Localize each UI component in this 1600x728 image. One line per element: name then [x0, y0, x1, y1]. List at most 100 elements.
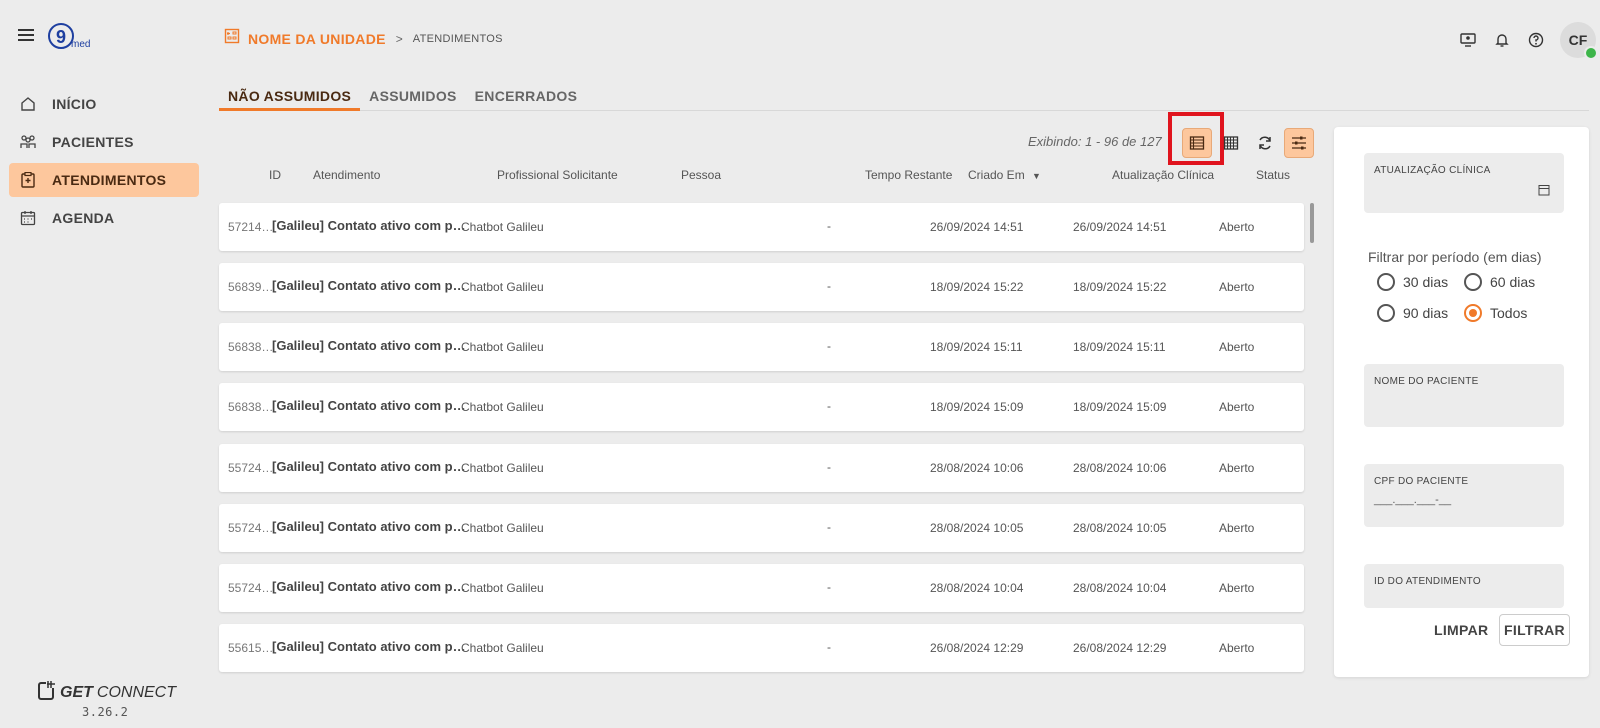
help-icon[interactable]: [1526, 30, 1546, 50]
brand-get: GET: [60, 683, 93, 701]
clinical-update-label: ATUALIZAÇÃO CLÍNICA: [1374, 165, 1491, 176]
app-logo[interactable]: 9 med: [47, 20, 99, 52]
breadcrumb: NOME DA UNIDADE > ATENDIMENTOS: [224, 28, 503, 49]
period-60-radio[interactable]: 60 dias: [1464, 273, 1535, 291]
results-count: Exibindo: 1 - 96 de 127: [1028, 134, 1162, 149]
column-header-profissional[interactable]: Profissional Solicitante: [497, 168, 618, 182]
row-status: Aberto: [1219, 461, 1255, 475]
sidebar-nav: INÍCIO PACIENTES ATENDIMENTOS AGENDA: [9, 87, 199, 239]
sidebar-item-inicio[interactable]: INÍCIO: [9, 87, 199, 121]
tab-assumidos[interactable]: ASSUMIDOS: [360, 84, 466, 111]
sidebar-item-label: INÍCIO: [52, 96, 97, 112]
menu-icon[interactable]: [18, 28, 34, 44]
period-90-label: 90 dias: [1403, 305, 1449, 321]
table-row[interactable]: 55615… [Galileu] Contato ativo com p… Ch…: [219, 624, 1304, 672]
calendar-icon[interactable]: [1538, 183, 1550, 196]
patient-cpf-field[interactable]: CPF DO PACIENTE ___.___.___-__: [1364, 464, 1564, 527]
row-created: 18/09/2024 15:22: [930, 280, 1024, 294]
tab-bar: NÃO ASSUMIDOS ASSUMIDOS ENCERRADOS: [219, 84, 1589, 111]
patient-cpf-label: CPF DO PACIENTE: [1374, 476, 1469, 487]
row-updated: 18/09/2024 15:11: [1073, 340, 1166, 354]
row-status: Aberto: [1219, 220, 1255, 234]
column-header-id[interactable]: ID: [269, 168, 281, 182]
table-row[interactable]: 56839… [Galileu] Contato ativo com p… Ch…: [219, 263, 1304, 311]
row-time-left: -: [827, 219, 831, 233]
row-created: 28/08/2024 10:06: [930, 461, 1024, 475]
row-time-left: -: [827, 520, 831, 534]
column-header-status[interactable]: Status: [1256, 168, 1290, 182]
teleconsult-icon[interactable]: [1458, 30, 1478, 50]
patient-cpf-placeholder: ___.___.___-__: [1374, 494, 1452, 506]
table-row[interactable]: 57214… [Galileu] Contato ativo com p… Ch…: [219, 203, 1304, 251]
row-updated: 18/09/2024 15:09: [1073, 400, 1167, 414]
period-60-label: 60 dias: [1490, 274, 1536, 290]
sidebar-item-pacientes[interactable]: PACIENTES: [9, 125, 199, 159]
row-title: [Galileu] Contato ativo com p…: [272, 278, 466, 293]
row-id: 55724…: [228, 581, 274, 595]
brand-connect: CONNECT: [96, 683, 176, 701]
clinical-update-date-field[interactable]: ATUALIZAÇÃO CLÍNICA: [1364, 153, 1564, 213]
radio-unchecked-icon: [1464, 273, 1482, 291]
row-status: Aberto: [1219, 280, 1255, 294]
sidebar-item-agenda[interactable]: AGENDA: [9, 201, 199, 235]
sidebar-item-atendimentos[interactable]: ATENDIMENTOS: [9, 163, 199, 197]
svg-text:9: 9: [56, 27, 66, 47]
row-status: Aberto: [1219, 521, 1255, 535]
patient-name-field[interactable]: NOME DO PACIENTE: [1364, 364, 1564, 427]
row-status: Aberto: [1219, 641, 1255, 655]
row-id: 57214…: [228, 220, 274, 234]
avatar[interactable]: CF: [1560, 22, 1598, 60]
app-version: 3.26.2: [82, 705, 129, 719]
period-90-radio[interactable]: 90 dias: [1377, 304, 1448, 322]
avatar-initials: CF: [1568, 32, 1588, 48]
hospital-icon: [224, 28, 240, 49]
period-30-radio[interactable]: 30 dias: [1377, 273, 1448, 291]
sidebar-item-label: ATENDIMENTOS: [52, 172, 167, 188]
refresh-icon: [1259, 136, 1271, 150]
row-id: 56838…: [228, 340, 274, 354]
table-row[interactable]: 55724… [Galileu] Contato ativo com p… Ch…: [219, 564, 1304, 612]
table-row[interactable]: 55724… [Galileu] Contato ativo com p… Ch…: [219, 444, 1304, 492]
column-header-atualizacao-clinica[interactable]: Atualização Clínica: [1112, 168, 1214, 182]
period-all-label: Todos: [1490, 305, 1528, 321]
column-header-tempo-restante[interactable]: Tempo Restante: [865, 168, 952, 182]
grid-view-button[interactable]: [1216, 128, 1246, 158]
unit-name-link[interactable]: NOME DA UNIDADE: [248, 31, 386, 47]
table-row[interactable]: 56838… [Galileu] Contato ativo com p… Ch…: [219, 383, 1304, 431]
filter-button[interactable]: FILTRAR: [1499, 614, 1570, 646]
row-created: 18/09/2024 15:09: [930, 400, 1024, 414]
refresh-button[interactable]: [1250, 128, 1280, 158]
sliders-icon: [1292, 136, 1306, 150]
row-status: Aberto: [1219, 581, 1255, 595]
row-professional: Chatbot Galileu: [461, 461, 544, 475]
column-header-criado-em[interactable]: Criado Em ▼: [968, 168, 1041, 182]
table-scrollbar[interactable]: [1310, 203, 1314, 243]
brand-logo: GET CONNECT: [38, 680, 176, 705]
tab-encerrados[interactable]: ENCERRADOS: [466, 84, 587, 111]
header-actions: CF: [1458, 22, 1600, 60]
column-header-pessoa[interactable]: Pessoa: [681, 168, 721, 182]
svg-text:med: med: [71, 39, 90, 50]
column-header-atendimento[interactable]: Atendimento: [313, 168, 380, 182]
row-created: 26/09/2024 14:51: [930, 220, 1024, 234]
row-time-left: -: [827, 339, 831, 353]
radio-checked-icon: [1464, 304, 1482, 322]
period-all-radio[interactable]: Todos: [1464, 304, 1527, 322]
sidebar-item-label: AGENDA: [52, 210, 115, 226]
row-professional: Chatbot Galileu: [461, 581, 544, 595]
row-updated: 28/08/2024 10:05: [1073, 521, 1167, 535]
period-30-label: 30 dias: [1403, 274, 1449, 290]
attendance-id-field[interactable]: ID DO ATENDIMENTO: [1364, 564, 1564, 608]
row-professional: Chatbot Galileu: [461, 521, 544, 535]
filter-toggle-button[interactable]: [1284, 128, 1314, 158]
tab-nao-assumidos[interactable]: NÃO ASSUMIDOS: [219, 84, 361, 111]
table-row[interactable]: 56838… [Galileu] Contato ativo com p… Ch…: [219, 323, 1304, 371]
row-professional: Chatbot Galileu: [461, 340, 544, 354]
bell-icon[interactable]: [1492, 30, 1512, 50]
sidebar-item-label: PACIENTES: [52, 134, 134, 150]
filter-panel: ATUALIZAÇÃO CLÍNICA Filtrar por período …: [1334, 127, 1589, 677]
clear-button[interactable]: LIMPAR: [1434, 622, 1488, 638]
breadcrumb-separator: >: [395, 31, 403, 46]
table-row[interactable]: 55724… [Galileu] Contato ativo com p… Ch…: [219, 504, 1304, 552]
row-title: [Galileu] Contato ativo com p…: [272, 459, 466, 474]
